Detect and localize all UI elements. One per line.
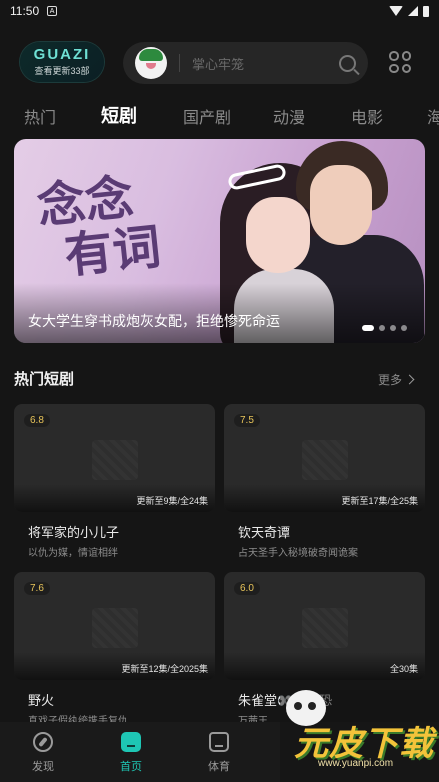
carousel-dot[interactable]: [390, 325, 396, 331]
more-link[interactable]: 更多: [377, 371, 415, 388]
card-thumbnail[interactable]: 7.6 更新至12集/全2025集: [14, 572, 215, 680]
card-title[interactable]: 将军家的小儿子: [28, 522, 215, 541]
nav-sports-label: 体育: [208, 761, 230, 773]
section-title: 热门短剧: [14, 371, 75, 388]
rating-badge: 6.8: [24, 414, 50, 427]
episode-status: 更新至9集/全24集: [136, 496, 208, 506]
logo-brand: GUAZI: [33, 46, 91, 63]
status-time: 11:50: [10, 4, 40, 18]
search-icon[interactable]: [339, 54, 356, 72]
wifi-icon: [389, 6, 403, 16]
tab-short-drama[interactable]: 短剧: [101, 102, 137, 128]
status-bar: 11:50 A: [0, 0, 439, 22]
card-description: 以仇为媒，情谊相绊: [28, 548, 118, 559]
tab-hot[interactable]: 热门: [24, 104, 56, 128]
episode-status: 更新至12集/全2025集: [121, 664, 208, 674]
chevron-right-icon: [404, 374, 415, 385]
nav-home[interactable]: 首页: [106, 732, 156, 774]
app-header: GUAZI 查看更新33部 掌心牢笼: [0, 42, 439, 86]
tab-domestic[interactable]: 国产剧: [183, 104, 231, 128]
thumbnail-placeholder-icon: [302, 440, 348, 480]
carousel-dots[interactable]: [362, 325, 407, 331]
site-watermark: 元皮下载 www.yuanpi.com: [280, 690, 439, 782]
category-tabs: 热门 短剧 国产剧 动漫 电影 海: [0, 101, 439, 129]
nav-discover-label: 发现: [32, 761, 54, 773]
card-thumbnail[interactable]: 6.8 更新至9集/全24集: [14, 404, 215, 512]
banner-actor-face: [310, 165, 372, 245]
tv-icon: [209, 732, 229, 752]
more-label: 更多: [377, 373, 402, 387]
drama-card[interactable]: 6.8 更新至9集/全24集 将军家的小儿子 以仇为媒，情谊相绊: [14, 404, 215, 559]
search-input[interactable]: 掌心牢笼: [192, 54, 339, 73]
compass-icon: [33, 732, 53, 752]
episode-status: 更新至17集/全25集: [341, 496, 418, 506]
banner-actress-face: [246, 197, 310, 273]
card-description: 占天圣手入秘境破奇闻诡案: [238, 548, 358, 559]
card-title[interactable]: 野火: [28, 690, 215, 709]
carousel-dot[interactable]: [379, 325, 385, 331]
search-divider: [179, 54, 180, 72]
card-title[interactable]: 钦天奇谭: [238, 522, 425, 541]
card-thumbnail[interactable]: 7.5 更新至17集/全25集: [224, 404, 425, 512]
update-count: 查看更新33部: [34, 66, 90, 76]
home-icon: [121, 732, 141, 752]
nav-discover[interactable]: 发现: [18, 732, 68, 774]
tab-anime[interactable]: 动漫: [273, 104, 305, 128]
search-bar[interactable]: 掌心牢笼: [123, 42, 368, 84]
avatar-icon[interactable]: [135, 47, 167, 79]
nav-sports[interactable]: 体育: [194, 732, 244, 774]
drama-card[interactable]: 7.6 更新至12集/全2025集 野火 真戏子假纨绔携手复仇: [14, 572, 215, 727]
episode-status: 全30集: [389, 664, 418, 674]
drama-card[interactable]: 7.5 更新至17集/全25集 钦天奇谭 占天圣手入秘境破奇闻诡案: [224, 404, 425, 559]
carousel-dot[interactable]: [401, 325, 407, 331]
thumbnail-placeholder-icon: [92, 440, 138, 480]
rating-badge: 7.6: [24, 582, 50, 595]
watermark-url: www.yuanpi.com: [318, 758, 394, 769]
app-logo[interactable]: GUAZI 查看更新33部: [20, 42, 104, 82]
banner-title-line2: 有词: [61, 218, 164, 285]
hero-banner[interactable]: 念念 有词 女大学生穿书成炮灰女配，拒绝惨死命运: [14, 139, 425, 343]
thumbnail-placeholder-icon: [302, 608, 348, 648]
card-thumbnail[interactable]: 6.0 全30集: [224, 572, 425, 680]
tab-overseas[interactable]: 海: [427, 104, 439, 128]
nav-home-label: 首页: [120, 761, 142, 773]
tab-movie[interactable]: 电影: [351, 104, 383, 128]
rating-badge: 6.0: [234, 582, 260, 595]
category-grid-icon[interactable]: [389, 51, 411, 73]
banner-caption: 女大学生穿书成炮灰女配，拒绝惨死命运: [28, 313, 280, 329]
notification-icon: A: [47, 6, 58, 16]
rating-badge: 7.5: [234, 414, 260, 427]
battery-icon: [423, 5, 429, 17]
carousel-dot[interactable]: [362, 325, 374, 331]
thumbnail-placeholder-icon: [92, 608, 138, 648]
banner-title-art: 念念 有词: [35, 169, 164, 285]
status-icons: [389, 5, 429, 17]
signal-icon: [408, 6, 418, 16]
